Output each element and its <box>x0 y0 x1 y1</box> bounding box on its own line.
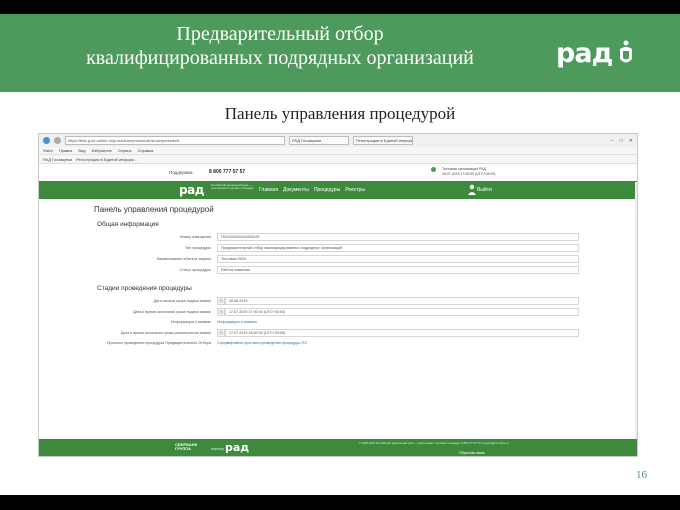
applications-info-link[interactable]: Информация о заявках <box>217 318 257 326</box>
field-procedure-type: Тип процедуры Предварительный отбор квал… <box>99 244 583 252</box>
slide-title: Предварительный отбор квалифицированных … <box>0 22 560 70</box>
calendar-icon: ◷ <box>217 329 225 337</box>
field-label: Информация о заявках <box>171 320 211 324</box>
bottom-bar <box>0 495 680 510</box>
field-label: Протокол проведения процедуры Предварите… <box>106 341 211 345</box>
browser-menu: Файл Правка Вид Избранное Сервис Справка <box>39 147 637 155</box>
nav-procedures[interactable]: Процедуры <box>314 187 340 193</box>
bank-group: ГРУППА <box>175 446 192 451</box>
nav-documents[interactable]: Документы <box>283 187 309 193</box>
favorite-link-2[interactable]: Регистрация в Единой информ... <box>76 157 137 162</box>
footer-copyright: © 2009-2019 Российский аукционный дом — … <box>358 441 510 445</box>
site-nav-links: Главная Документы Процедуры Реестры <box>259 187 365 193</box>
window-controls: – □ ✕ <box>611 138 633 144</box>
site-logo-caption: Российский аукционный дом — электронная … <box>211 183 254 191</box>
forward-icon[interactable] <box>54 137 61 144</box>
field-label: Наименование объекта закупки <box>156 257 211 261</box>
support-phone: 8 800 777 57 57 <box>209 169 246 175</box>
support-link[interactable]: Поддержка <box>169 170 192 175</box>
browser-screenshot: https://test-g.lot-online.ru/procedure/p… <box>38 133 638 457</box>
procedure-panel: Панель управления процедурой Общая инфор… <box>39 199 637 430</box>
sberbank-logo: СБЕРБАНК ГРУППА <box>175 443 197 451</box>
top-bar <box>0 0 680 14</box>
slide-title-line2: квалифицированных подрядных организаций <box>86 47 474 69</box>
browser-toolbar: https://test-g.lot-online.ru/procedure/p… <box>39 134 637 147</box>
browser-tab-2[interactable]: Регистрация в Единой информ... <box>353 136 413 145</box>
field-apply-start: Дата начала срока подачи заявок ◷ 26.06.… <box>99 297 583 305</box>
generate-protocol-link[interactable]: Сформировать протокол проведения процеду… <box>217 339 307 347</box>
rad-logo: рад <box>556 36 636 70</box>
account-status-icon <box>431 167 436 172</box>
footer-logo: рад <box>225 441 250 454</box>
field-value: Предварительный отбор квалифицированных … <box>217 244 579 252</box>
feedback-link[interactable]: Обратная связь <box>459 451 485 455</box>
calendar-icon: ◷ <box>217 308 225 316</box>
user-icon[interactable] <box>467 184 477 196</box>
account-info: Тестовая организация РАД 16.07.2019 17:0… <box>442 167 495 176</box>
rad-logo-text: рад <box>556 37 613 69</box>
menu-file[interactable]: Файл <box>43 148 53 153</box>
maximize-icon[interactable]: □ <box>620 138 623 144</box>
nav-home[interactable]: Главная <box>259 187 278 193</box>
field-label: Дата начала срока подачи заявок <box>153 299 211 303</box>
close-icon[interactable]: ✕ <box>629 138 633 144</box>
calendar-icon: ◷ <box>217 297 225 305</box>
menu-view[interactable]: Вид <box>78 148 85 153</box>
field-label: Тип процедуры <box>185 246 211 250</box>
address-bar[interactable]: https://test-g.lot-online.ru/procedure/p… <box>65 136 285 145</box>
field-applications-info: Информация о заявках Информация о заявка… <box>99 318 583 326</box>
field-procedure-status: Статус процедуры Работа комиссии <box>99 266 583 274</box>
site-navbar: рад Российский аукционный дом — электрон… <box>39 181 637 199</box>
field-value: 26.06.2019 <box>225 297 579 305</box>
field-value: Тестовая 2609 <box>217 255 579 263</box>
account-time: 16.07.2019 17:00:00 (UTC+03:00) <box>442 171 496 176</box>
menu-tools[interactable]: Сервис <box>118 148 132 153</box>
favorite-link-1[interactable]: РАД Госзакупки <box>43 157 72 162</box>
stages-heading: Стадии проведения процедуры <box>97 285 192 292</box>
browser-tab-1[interactable]: РАД Госзакупки <box>289 136 349 145</box>
emblem-icon <box>620 40 633 63</box>
page-scrollbar[interactable] <box>635 182 637 439</box>
field-value: ПО0400000341900025 <box>217 233 579 241</box>
field-value: 17.07.2019 18:00:00 (UTC+03:00) <box>225 329 579 337</box>
field-object-name: Наименование объекта закупки Тестовая 26… <box>99 255 583 263</box>
field-label: Дата и время окончания срока рассмотрени… <box>120 331 211 335</box>
slide-subtitle: Панель управления процедурой <box>224 104 456 123</box>
site-logo[interactable]: рад <box>179 183 204 197</box>
nav-registries[interactable]: Реестры <box>345 187 365 193</box>
minimize-icon[interactable]: – <box>611 138 614 144</box>
menu-help[interactable]: Справка <box>138 148 154 153</box>
field-label: Статус процедуры <box>179 268 211 272</box>
panel-heading: Панель управления процедурой <box>94 205 214 214</box>
field-label: Дата и время окончания срока подачи заяв… <box>133 310 211 314</box>
site-topbar: Поддержка 8 800 777 57 57 Тестовая орган… <box>39 164 637 181</box>
site-footer: СБЕРБАНК ГРУППА партнер рад © 2009-2019 … <box>39 439 637 456</box>
field-label: Номер извещения <box>179 235 211 239</box>
slide-title-line1: Предварительный отбор <box>176 23 384 45</box>
field-apply-end: Дата и время окончания срока подачи заяв… <box>99 308 583 316</box>
field-value: Работа комиссии <box>217 266 579 274</box>
page-number: 16 <box>636 469 647 481</box>
logout-link[interactable]: Выйти <box>477 187 492 193</box>
field-value: 17.07.2019 17:00:00 (UTC+03:00) <box>225 308 579 316</box>
partner-label: партнер <box>211 447 225 451</box>
field-review-end: Дата и время окончания срока рассмотрени… <box>99 329 583 337</box>
menu-favorites[interactable]: Избранное <box>92 148 112 153</box>
back-icon[interactable] <box>43 137 50 144</box>
general-info-heading: Общая информация <box>97 221 159 228</box>
favorites-bar: РАД Госзакупки Регистрация в Единой инфо… <box>39 155 637 164</box>
field-protocol: Протокол проведения процедуры Предварите… <box>99 339 583 347</box>
field-notice-number: Номер извещения ПО0400000341900025 <box>99 233 583 241</box>
menu-edit[interactable]: Правка <box>59 148 73 153</box>
